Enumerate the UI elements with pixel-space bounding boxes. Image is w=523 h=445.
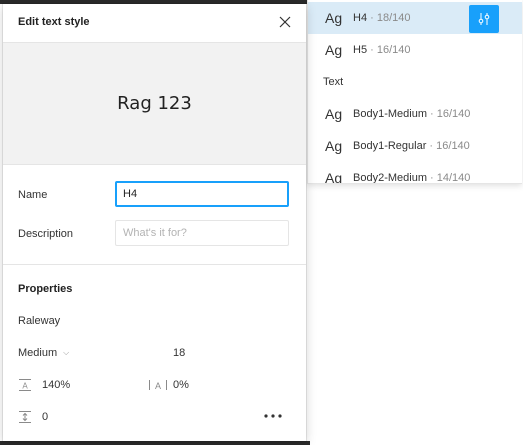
style-name: Body1-Regular [353, 140, 427, 152]
style-item-body1-regular[interactable]: Ag Body1-Regular · 16/140 [308, 130, 522, 162]
close-icon [279, 16, 291, 28]
divider [3, 264, 306, 265]
adjust-icon [478, 13, 490, 25]
style-preview-glyph: Ag [325, 138, 343, 154]
style-item-body2-medium[interactable]: Ag Body2-Medium · 14/140 [308, 162, 522, 184]
style-item-h5[interactable]: Ag H5 · 16/140 [308, 34, 522, 66]
style-item-body1-medium[interactable]: Ag Body1-Medium · 16/140 [308, 98, 522, 130]
style-preview-glyph: Ag [325, 42, 343, 58]
font-size-input[interactable]: 18 [173, 347, 185, 359]
more-options-button[interactable] [261, 408, 285, 424]
font-weight-value: Medium [18, 347, 58, 359]
style-size: · 16/140 [367, 44, 411, 56]
letter-spacing-input[interactable]: 0% [173, 379, 189, 391]
font-weight-select[interactable]: Medium ⌵ [18, 347, 69, 359]
description-label: Description [18, 228, 74, 240]
style-size: · 18/140 [367, 12, 411, 24]
properties-title: Properties [18, 283, 73, 295]
style-size: · 16/140 [426, 140, 470, 152]
style-size: · 16/140 [426, 108, 471, 120]
edit-text-style-dialog: Edit text style Rag 123 Name Description… [3, 4, 306, 441]
style-preview-glyph: Ag [325, 106, 343, 122]
style-name: H5 [353, 44, 368, 56]
style-preview-glyph: Ag [325, 10, 343, 26]
canvas-background-bottom [0, 441, 310, 445]
line-height-input[interactable]: 140% [42, 379, 70, 391]
dialog-title: Edit text style [18, 16, 90, 28]
description-input[interactable] [115, 220, 289, 246]
close-button[interactable] [275, 12, 295, 32]
font-family-select[interactable]: Raleway [18, 315, 60, 327]
section-label-text: Text [323, 76, 344, 88]
more-icon [264, 414, 282, 418]
name-input[interactable] [115, 181, 289, 207]
edit-style-button[interactable] [469, 5, 499, 33]
style-name: Body1-Medium [353, 108, 427, 120]
style-name: Body2-Medium [353, 172, 427, 184]
name-label: Name [18, 189, 48, 201]
text-style-preview: Rag 123 [3, 42, 306, 165]
style-name: H4 [353, 12, 368, 24]
line-height-icon: A [18, 378, 32, 392]
style-size: · 14/140 [426, 172, 471, 184]
paragraph-spacing-input[interactable]: 0 [42, 411, 48, 423]
style-item-h4[interactable]: Ag H4 · 18/140 [308, 2, 522, 34]
letter-spacing-icon: A [148, 378, 168, 392]
chevron-down-icon: ⌵ [63, 348, 70, 357]
text-styles-list: Ag H4 · 18/140 Ag H5 · 16/140 Text Ag Bo… [307, 0, 522, 184]
style-preview-glyph: Ag [325, 170, 343, 184]
preview-text: Rag 123 [117, 93, 192, 114]
svg-text:A: A [22, 382, 28, 391]
svg-text:A: A [155, 381, 161, 391]
paragraph-spacing-icon [18, 410, 32, 424]
